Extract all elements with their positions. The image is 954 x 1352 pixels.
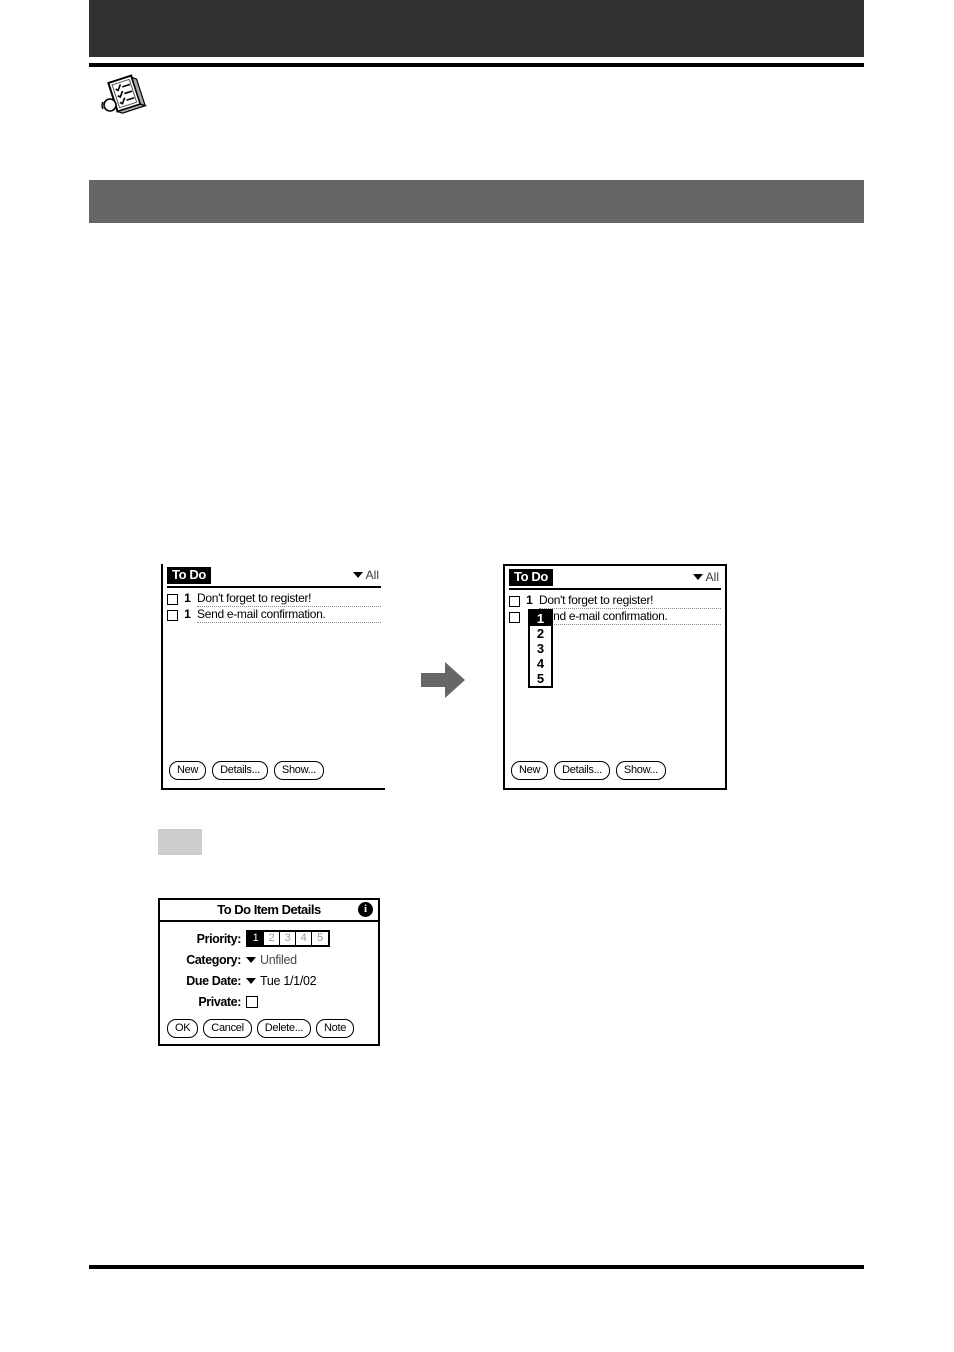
section-heading-bar	[89, 180, 864, 223]
chevron-down-icon	[352, 572, 363, 578]
todo-list-screen-before: To Do All 1 Don't forget to register! 1 …	[161, 564, 385, 790]
chevron-down-icon	[692, 574, 703, 580]
todo-item-text[interactable]: Don't forget to register!	[197, 591, 381, 607]
due-date-value: Tue 1/1/02	[260, 973, 317, 988]
chevron-down-icon	[246, 956, 256, 963]
inline-gray-chip	[158, 829, 202, 855]
priority-cell-3[interactable]: 3	[280, 932, 296, 945]
private-checkbox[interactable]	[246, 995, 258, 1008]
todo-titlebar-after: To Do All	[509, 569, 721, 590]
delete-button[interactable]: Delete...	[256, 1019, 312, 1038]
todo-item-text[interactable]: Don't forget to register!	[539, 593, 721, 609]
new-button[interactable]: New	[511, 761, 549, 780]
priority-cell-1[interactable]: 1	[248, 932, 264, 945]
show-button[interactable]: Show...	[615, 761, 666, 780]
details-dialog-titlebar: To Do Item Details i	[160, 900, 378, 922]
private-checkbox-wrap[interactable]	[246, 995, 258, 1008]
private-label: Private:	[198, 994, 241, 1009]
todo-row[interactable]: 1 Send e-mail confirmation.	[167, 607, 381, 623]
app-title-todo: To Do	[509, 569, 553, 586]
header-divider-rule	[89, 63, 864, 67]
priority-option-2[interactable]: 2	[530, 626, 551, 641]
new-button[interactable]: New	[169, 761, 207, 780]
category-dropdown[interactable]: Unfiled	[246, 953, 297, 967]
todo-item-text[interactable]: Send e-mail confirmation.	[197, 607, 381, 623]
todo-row[interactable]: 1 Don't forget to register!	[509, 593, 721, 609]
todo-priority[interactable]: 1	[525, 593, 534, 608]
priority-option-5[interactable]: 5	[530, 671, 551, 686]
details-dialog-button-bar: OK Cancel Delete... Note	[167, 1019, 355, 1038]
priority-label: Priority:	[196, 931, 242, 946]
todo-button-bar-before: New Details... Show...	[169, 761, 324, 780]
category-label: All	[705, 570, 719, 584]
app-title-todo: To Do	[167, 567, 211, 584]
todo-item-details-dialog: To Do Item Details i Priority: 1 2 3 4 5…	[158, 898, 380, 1046]
details-button[interactable]: Details...	[554, 761, 610, 780]
category-picker-all[interactable]: All	[692, 570, 719, 584]
titlebar-underline	[509, 588, 721, 590]
ok-button[interactable]: OK	[167, 1019, 199, 1038]
due-date-field-row: Due Date: Tue 1/1/02	[160, 970, 378, 991]
priority-option-1[interactable]: 1	[530, 611, 551, 626]
todo-priority[interactable]: 1	[183, 607, 192, 622]
category-label: All	[365, 568, 379, 582]
priority-field-row: Priority: 1 2 3 4 5	[160, 928, 378, 949]
todo-checkbox[interactable]	[167, 610, 178, 621]
priority-option-4[interactable]: 4	[530, 656, 551, 671]
category-picker-all[interactable]: All	[352, 568, 379, 582]
priority-popup-list[interactable]: 1 2 3 4 5	[528, 609, 553, 688]
titlebar-underline	[167, 586, 381, 588]
due-date-label: Due Date:	[186, 973, 241, 988]
note-button[interactable]: Note	[316, 1019, 355, 1038]
category-label: Category:	[186, 952, 241, 967]
todo-button-bar-after: New Details... Show...	[511, 761, 666, 780]
cancel-button[interactable]: Cancel	[203, 1019, 252, 1038]
category-value: Unfiled	[260, 952, 297, 967]
todo-titlebar-before: To Do All	[167, 567, 381, 588]
priority-selector[interactable]: 1 2 3 4 5	[246, 930, 330, 947]
due-date-dropdown[interactable]: Tue 1/1/02	[246, 973, 317, 988]
dialog-title: To Do Item Details	[217, 902, 321, 917]
todo-checkbox[interactable]	[167, 594, 178, 605]
todo-items-before: 1 Don't forget to register! 1 Send e-mai…	[167, 591, 381, 623]
todo-item-text[interactable]: Send e-mail confirmation.	[539, 609, 721, 625]
chevron-down-icon	[246, 977, 256, 984]
note-checklist-icon	[100, 74, 148, 116]
priority-cell-5[interactable]: 5	[312, 932, 328, 945]
todo-items-after: 1 Don't forget to register! Send e-mail …	[509, 593, 721, 688]
details-button[interactable]: Details...	[212, 761, 268, 780]
todo-priority[interactable]: 1	[183, 591, 192, 606]
category-field-row: Category: Unfiled	[160, 949, 378, 970]
priority-cell-4[interactable]: 4	[296, 932, 312, 945]
info-icon[interactable]: i	[358, 902, 373, 917]
show-button[interactable]: Show...	[273, 761, 324, 780]
page-header-bar	[89, 0, 864, 57]
right-arrow-icon	[421, 661, 465, 699]
todo-checkbox[interactable]	[509, 596, 520, 607]
footer-divider-rule	[89, 1265, 864, 1269]
todo-list-screen-after: To Do All 1 Don't forget to register! Se…	[503, 564, 727, 790]
priority-option-3[interactable]: 3	[530, 641, 551, 656]
private-field-row: Private:	[160, 991, 378, 1012]
priority-cell-2[interactable]: 2	[264, 932, 280, 945]
todo-row[interactable]: 1 Don't forget to register!	[167, 591, 381, 607]
details-dialog-body: Priority: 1 2 3 4 5 Category: Unfiled Du…	[160, 922, 378, 1012]
todo-checkbox[interactable]	[509, 612, 520, 623]
